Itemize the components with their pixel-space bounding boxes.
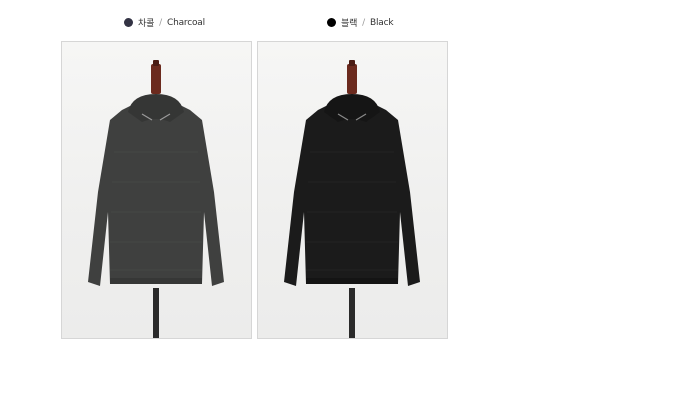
- product-photo-charcoal: [61, 41, 252, 339]
- mannequin-garment-illustration: [284, 60, 420, 338]
- color-name-en: Black: [370, 17, 394, 28]
- charcoal-swatch: [124, 18, 133, 27]
- color-label-black: 블랙 / Black: [327, 16, 394, 29]
- color-name-ko: 블랙: [341, 19, 358, 29]
- mannequin-garment-illustration: [88, 60, 224, 338]
- product-photo-black: [257, 41, 448, 339]
- color-name-ko: 차콜: [138, 19, 155, 29]
- color-name-separator: /: [362, 17, 366, 28]
- color-name-separator: /: [159, 17, 163, 28]
- color-label-charcoal: 차콜 / Charcoal: [124, 16, 205, 29]
- black-swatch: [327, 18, 336, 27]
- color-name-en: Charcoal: [167, 17, 205, 28]
